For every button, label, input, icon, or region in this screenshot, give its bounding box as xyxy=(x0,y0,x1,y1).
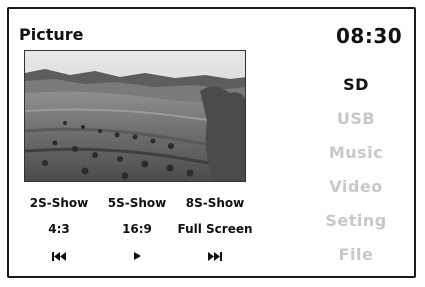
playback-controls xyxy=(20,248,254,265)
menu-item-usb[interactable]: USB xyxy=(318,106,394,140)
page-title: Picture xyxy=(19,25,84,44)
play-icon xyxy=(133,248,141,264)
previous-button[interactable] xyxy=(20,248,98,265)
menu-item-file[interactable]: File xyxy=(318,242,394,276)
aspect-ratio-options: 4:3 16:9 Full Screen xyxy=(20,221,254,237)
next-button[interactable] xyxy=(176,248,254,265)
menu-item-music[interactable]: Music xyxy=(318,140,394,174)
menu-item-setting[interactable]: Seting xyxy=(318,208,394,242)
slideshow-options: 2S-Show 5S-Show 8S-Show xyxy=(20,195,254,211)
landscape-photo xyxy=(25,51,245,181)
slideshow-5s-button[interactable]: 5S-Show xyxy=(98,195,176,211)
aspect-4-3-button[interactable]: 4:3 xyxy=(20,221,98,237)
play-button[interactable] xyxy=(98,248,176,265)
skip-previous-icon xyxy=(52,248,66,264)
aspect-full-screen-button[interactable]: Full Screen xyxy=(176,221,254,237)
skip-next-icon xyxy=(208,248,222,264)
menu-item-sd[interactable]: SD xyxy=(318,72,394,106)
aspect-16-9-button[interactable]: 16:9 xyxy=(98,221,176,237)
slideshow-2s-button[interactable]: 2S-Show xyxy=(20,195,98,211)
picture-preview[interactable] xyxy=(24,50,246,182)
menu-item-video[interactable]: Video xyxy=(318,174,394,208)
source-menu: SD USB Music Video Seting File xyxy=(318,72,394,276)
slideshow-8s-button[interactable]: 8S-Show xyxy=(176,195,254,211)
clock-time: 08:30 xyxy=(336,24,403,48)
